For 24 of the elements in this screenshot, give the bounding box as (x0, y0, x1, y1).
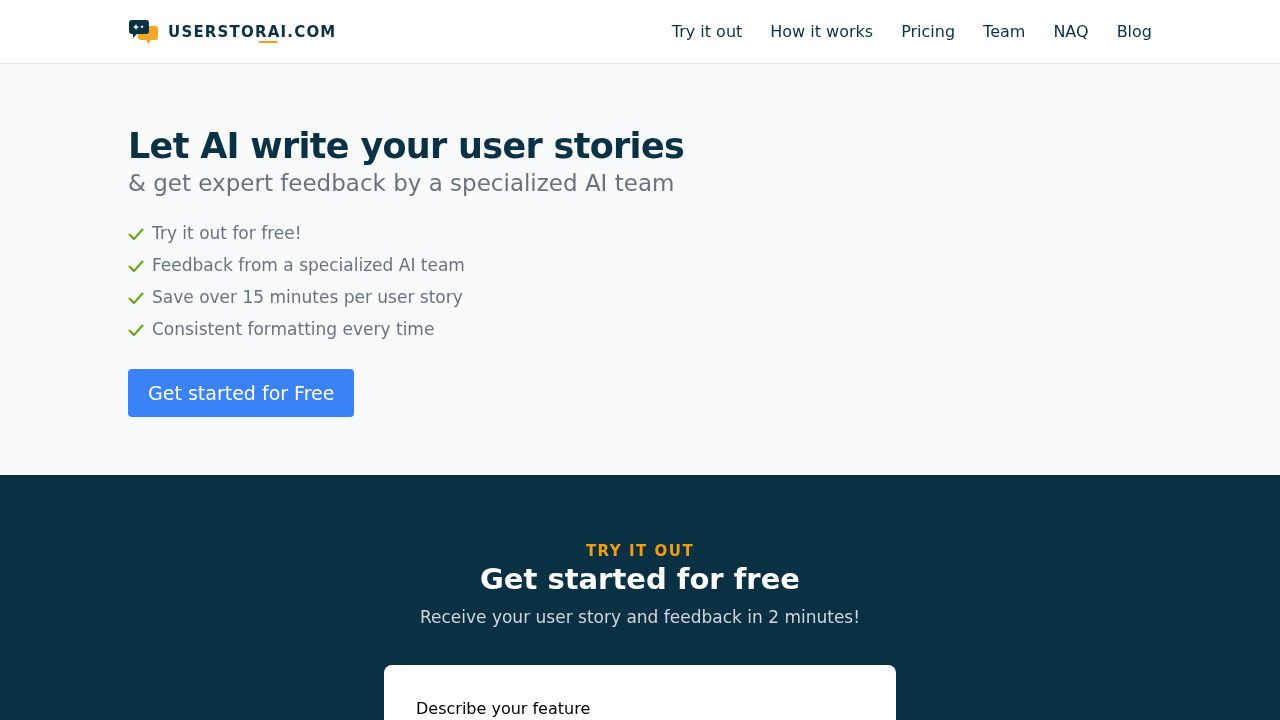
nav-link[interactable]: NAQ (1053, 19, 1089, 44)
hero-subtitle: & get expert feedback by a specialized AI team (128, 169, 676, 198)
hero-title: Let AI write your user stories (128, 125, 686, 168)
nav-link[interactable]: Try it out (671, 19, 743, 44)
feature-text: Feedback from a specialized AI team (152, 254, 465, 278)
logo-underline (259, 40, 277, 43)
nav-link[interactable]: How it works (770, 19, 874, 44)
check-icon (128, 228, 144, 240)
get-started-button[interactable]: Get started for Free (128, 369, 355, 417)
check-icon (128, 292, 144, 304)
logo-text[interactable]: USERSTORAI.COM (168, 22, 337, 41)
nav-link[interactable]: Pricing (901, 19, 956, 44)
check-icon (128, 260, 144, 272)
section-title: Get started for free (480, 561, 800, 597)
feature-text: Consistent formatting every time (152, 318, 435, 342)
section-description: Receive your user story and feedback in 2 minutes! (419, 606, 861, 629)
nav-link[interactable]: Team (983, 19, 1026, 44)
feature-text: Save over 15 minutes per user story (152, 286, 463, 310)
check-icon (128, 324, 144, 336)
nav-link[interactable]: Blog (1116, 19, 1152, 44)
feature-label: Describe your feature (416, 698, 591, 718)
feature-text: Try it out for free! (152, 222, 302, 246)
logo-icon (128, 18, 160, 45)
section-eyebrow: TRY IT OUT (585, 541, 695, 561)
